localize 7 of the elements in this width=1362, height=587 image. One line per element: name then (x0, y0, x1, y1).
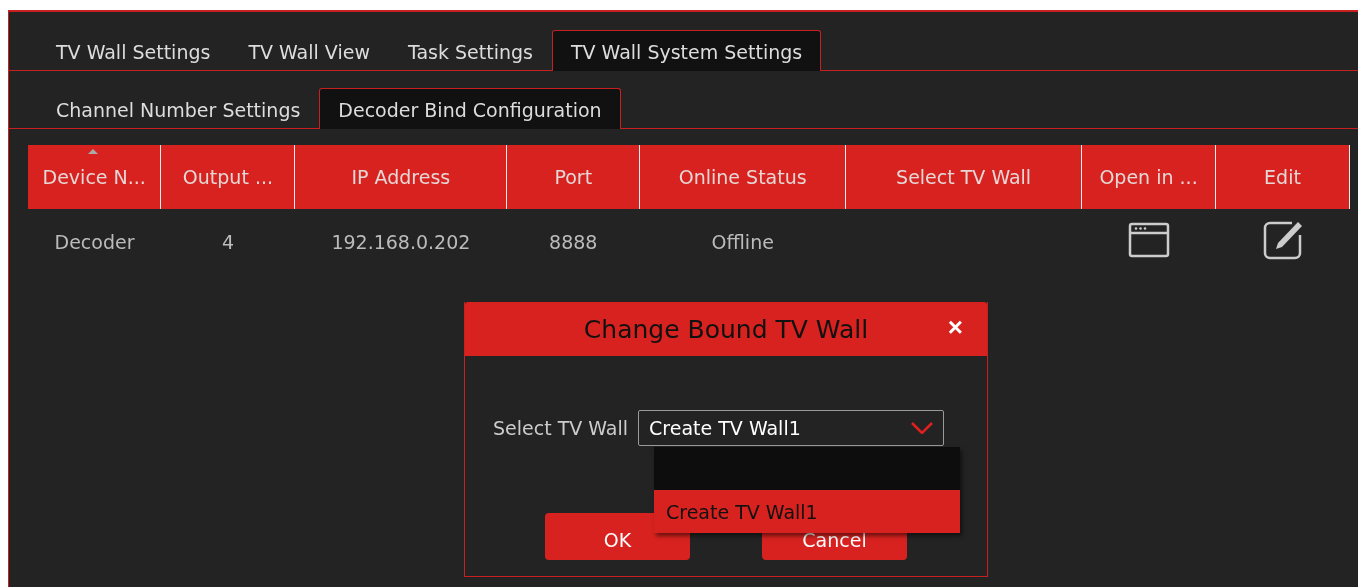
table-cell: 8888 (549, 231, 598, 253)
field-label: Select TV Wall (493, 417, 629, 439)
dialog-title: Change Bound TV Wall (583, 314, 869, 344)
table-cell: Decoder (54, 231, 135, 253)
table-cell: 4 (221, 231, 234, 253)
table-cell: Offline (711, 231, 774, 253)
table-cell: 192.168.0.202 (331, 231, 471, 253)
